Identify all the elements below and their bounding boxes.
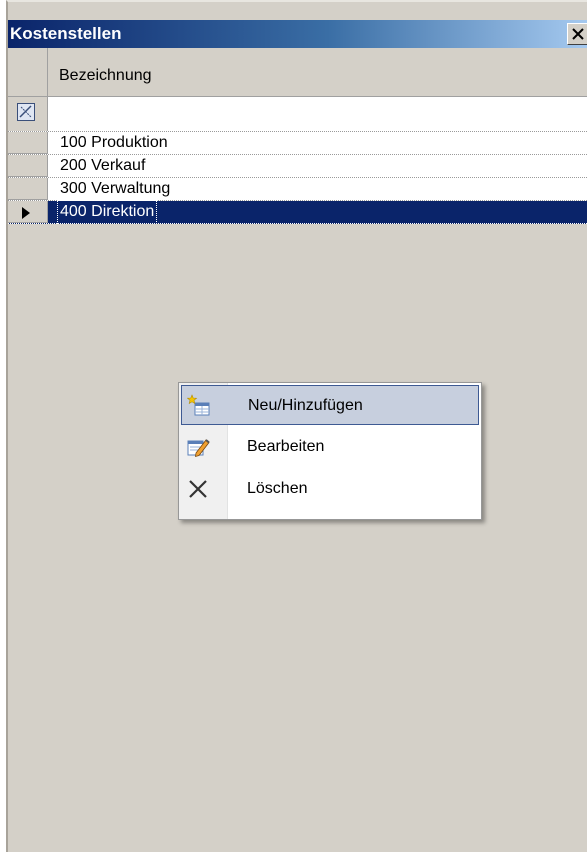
cell-bezeichnung[interactable]: 200 Verkauf: [60, 155, 145, 177]
close-icon: [572, 28, 584, 40]
edit-icon: [187, 439, 210, 458]
menu-item-neu-hinzufuegen[interactable]: Neu/Hinzufügen: [181, 385, 479, 425]
menu-item-label: Löschen: [247, 480, 308, 497]
row-selector[interactable]: [8, 132, 48, 154]
filter-row[interactable]: [8, 97, 587, 132]
title-bar: Kostenstellen: [8, 20, 587, 48]
table-row[interactable]: 200 Verkauf: [8, 155, 587, 178]
table-row-selected[interactable]: 400 Direktion: [8, 200, 587, 224]
table-row[interactable]: 300 Verwaltung: [8, 178, 587, 201]
cell-bezeichnung[interactable]: 400 Direktion: [56, 200, 158, 224]
context-menu: Neu/Hinzufügen Bearbeiten Löschen: [178, 382, 482, 520]
menu-item-loeschen[interactable]: Löschen: [181, 469, 479, 509]
row-selector-header: [8, 48, 48, 96]
data-grid[interactable]: Bezeichnung 100 Produktion 200 Verkauf 3…: [8, 48, 587, 224]
filter-row-header: [8, 97, 48, 131]
menu-item-label: Bearbeiten: [247, 438, 325, 455]
close-button[interactable]: [567, 23, 587, 45]
cell-bezeichnung[interactable]: 100 Produktion: [60, 132, 168, 154]
new-add-icon: [187, 394, 210, 416]
current-row-arrow-icon: [22, 207, 30, 219]
table-row[interactable]: 100 Produktion: [8, 132, 587, 155]
delete-x-icon: [189, 480, 207, 498]
column-header-bezeichnung[interactable]: Bezeichnung: [48, 48, 587, 96]
row-selector[interactable]: [8, 155, 48, 177]
window-title: Kostenstellen: [10, 24, 122, 43]
row-selector[interactable]: [8, 178, 48, 200]
filter-row-icon: [17, 103, 35, 121]
menu-item-bearbeiten[interactable]: Bearbeiten: [181, 427, 479, 467]
row-selector[interactable]: [8, 201, 48, 223]
menu-item-label: Neu/Hinzufügen: [248, 397, 363, 414]
cell-bezeichnung[interactable]: 300 Verwaltung: [60, 178, 170, 200]
grid-header-row: Bezeichnung: [8, 48, 587, 97]
